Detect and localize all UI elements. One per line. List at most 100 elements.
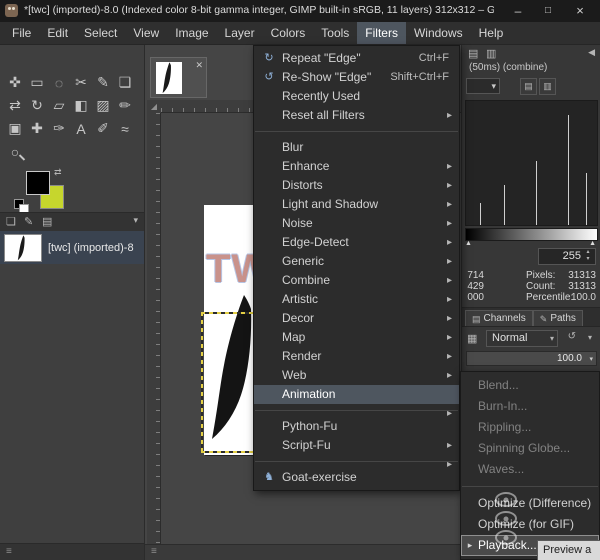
submenu-item-rippling[interactable]: Rippling... ▸ (461, 417, 599, 438)
submenu-item-optimize-difference[interactable]: Optimize (Difference) ▸ (461, 493, 599, 514)
menu-item-noise[interactable]: Noise ▸ (254, 214, 459, 233)
menubar-layer[interactable]: Layer (217, 22, 263, 44)
spin-down-icon[interactable]: ▾ (586, 256, 589, 262)
image-list-item[interactable]: [twc] (imported)-8 (0, 231, 144, 264)
thumbnail-wing-graphic (156, 62, 182, 94)
tool-ink[interactable]: ✑ (48, 117, 70, 140)
minimize-button[interactable]: – (508, 2, 528, 20)
tool-crop[interactable]: ❏ (114, 71, 136, 94)
menu-item-enhance[interactable]: Enhance ▸ (254, 157, 459, 176)
histogram-dock-tab-icon[interactable]: ▤ (468, 47, 478, 60)
maximize-button[interactable]: □ (538, 2, 558, 20)
tab-close-icon[interactable]: ✕ (195, 60, 203, 71)
menu-item-generic[interactable]: Generic ▸ (254, 252, 459, 271)
menubar-image[interactable]: Image (167, 22, 216, 44)
histogram-linear-button[interactable]: ▤ (520, 78, 537, 95)
statusbar-menu-icon[interactable]: ≡ (151, 546, 157, 557)
menu-item-distorts[interactable]: Distorts ▸ (254, 176, 459, 195)
tool-shear[interactable]: ▱ (48, 94, 70, 117)
menu-item-label: Goat-exercise (282, 470, 357, 484)
tool-flip[interactable]: ⇄ (4, 94, 26, 117)
menu-item-icon: ↺ (261, 68, 277, 87)
range-slider-low[interactable]: ▲ (465, 240, 472, 247)
menu-item-artistic[interactable]: Artistic ▸ (254, 290, 459, 309)
menu-item-animation[interactable]: Animation ▸ (254, 385, 459, 404)
ruler-label (147, 277, 160, 318)
tool-free-select[interactable]: ◌ (48, 71, 70, 94)
layers-dock-tab-icon[interactable]: ❏ (6, 215, 16, 228)
spinbox-arrows[interactable]: ▴▾ (583, 249, 593, 264)
histogram-log-button[interactable]: ▥ (539, 78, 556, 95)
menubar-windows[interactable]: Windows (406, 22, 471, 44)
tool-zoom[interactable]: ○ (4, 140, 26, 163)
menubar-view[interactable]: View (125, 22, 167, 44)
dock-footer-icon[interactable]: ≡ (6, 546, 12, 557)
menu-item-script-fu[interactable]: Script-Fu ▸ (254, 436, 459, 455)
mode-options-icon[interactable]: ▾ (588, 333, 592, 342)
histogram-max-spinbox[interactable]: 255 ▴▾ (538, 248, 596, 265)
tool-bucket-fill[interactable]: ◧ (70, 94, 92, 117)
default-colors-icon[interactable] (14, 199, 24, 209)
menubar-edit[interactable]: Edit (39, 22, 76, 44)
tool-scissors-select[interactable]: ✂ (70, 71, 92, 94)
menu-item-recently-used[interactable]: Recently Used ▸ (254, 87, 459, 106)
submenu-item-blend[interactable]: Blend... ▸ (461, 375, 599, 396)
menu-item-blur[interactable]: Blur ▸ (254, 138, 459, 157)
mode-reset-icon[interactable]: ↺ (568, 331, 576, 342)
tool-smudge[interactable]: ≈ (114, 117, 136, 140)
foreground-color-swatch[interactable] (26, 171, 50, 195)
tool-text[interactable]: A (70, 117, 92, 140)
tool-paths[interactable]: ✎ (92, 71, 114, 94)
menubar-filters[interactable]: Filters (357, 22, 406, 44)
tool-rotate[interactable]: ↻ (26, 94, 48, 117)
submenu-item-optimize-for-gif[interactable]: Optimize (for GIF) ▸ (461, 514, 599, 535)
image-tab[interactable]: ✕ (150, 57, 207, 98)
tool-gradient[interactable]: ▨ (92, 94, 114, 117)
opacity-slider[interactable]: 100.0 ▾ (466, 351, 597, 366)
configure-tab-icon[interactable]: ▾ (133, 215, 138, 226)
menubar-file[interactable]: File (4, 22, 39, 44)
range-slider-high[interactable]: ▲ (589, 240, 596, 247)
histogram-channel-select[interactable]: ▾ (466, 78, 500, 94)
menu-item-label: Burn-In... (478, 399, 527, 413)
menubar-help[interactable]: Help (471, 22, 512, 44)
tool-rectangle-select[interactable]: ▭ (26, 71, 48, 94)
layer-mode-select[interactable]: Normal ▾ (486, 330, 558, 347)
submenu-item-spinning-globe[interactable]: Spinning Globe... ▸ (461, 438, 599, 459)
tool-move[interactable]: ✜ (4, 71, 26, 94)
menu-item-light-and-shadow[interactable]: Light and Shadow ▸ (254, 195, 459, 214)
menu-item-map[interactable]: Map ▸ (254, 328, 459, 347)
menubar-tools[interactable]: Tools (313, 22, 357, 44)
tool-clone[interactable]: ▣ (4, 117, 26, 140)
tool-heal[interactable]: ✚ (26, 117, 48, 140)
dock-collapse-icon[interactable]: ◀ (588, 47, 595, 58)
tool-pencil[interactable]: ✏ (114, 94, 136, 117)
menu-item-web[interactable]: Web ▸ (254, 366, 459, 385)
menu-item-repeat-edge[interactable]: ↻ Repeat "Edge" Ctrl+F ▸ (254, 49, 459, 68)
menubar-select[interactable]: Select (76, 22, 125, 44)
menu-item-decor[interactable]: Decor ▸ (254, 309, 459, 328)
menu-item-edge-detect[interactable]: Edge-Detect ▸ (254, 233, 459, 252)
spin-up-icon[interactable]: ▴ (586, 249, 589, 255)
menu-item-goat-exercise[interactable]: ♞ Goat-exercise ▸ (254, 468, 459, 487)
menu-item-python-fu[interactable]: Python-Fu ▸ (254, 417, 459, 436)
tool-color-picker[interactable]: ✐ (92, 117, 114, 140)
menu-item-label: Edge-Detect (282, 235, 349, 249)
menu-item-reshow-edge[interactable]: ↺ Re-Show "Edge" Shift+Ctrl+F ▸ (254, 68, 459, 87)
close-button[interactable]: × (570, 2, 590, 20)
pointer-dock-tab-icon[interactable]: ▥ (486, 47, 496, 60)
menubar-colors[interactable]: Colors (263, 22, 314, 44)
swap-colors-icon[interactable]: ⇄ (54, 167, 62, 178)
tab-paths[interactable]: ✎ Paths (533, 310, 583, 326)
patterns-dock-tab-icon[interactable]: ▤ (42, 215, 52, 228)
menu-item-label: Playback... (478, 538, 537, 552)
menubar-item-label: Tools (321, 26, 349, 40)
menu-item-reset-all-filters[interactable]: Reset all Filters ▸ (254, 106, 459, 125)
brushes-dock-tab-icon[interactable]: ✎ (24, 215, 33, 228)
submenu-item-waves[interactable]: Waves... ▸ (461, 459, 599, 480)
frame-info-label: (50ms) (combine) (469, 62, 547, 73)
tab-channels[interactable]: ▤ Channels (465, 310, 533, 326)
menu-item-combine[interactable]: Combine ▸ (254, 271, 459, 290)
submenu-item-burn-in[interactable]: Burn-In... ▸ (461, 396, 599, 417)
menu-item-render[interactable]: Render ▸ (254, 347, 459, 366)
